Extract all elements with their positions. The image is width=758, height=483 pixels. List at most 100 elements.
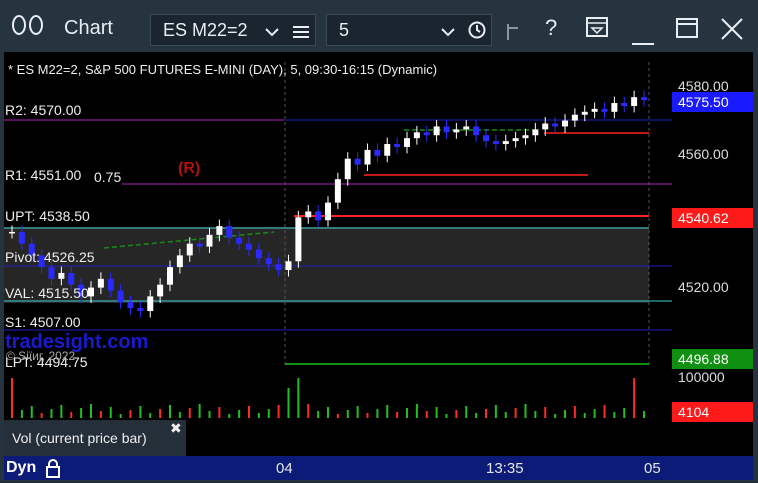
maximize-icon[interactable] — [676, 18, 698, 43]
candle-body — [611, 103, 618, 112]
volume-bar — [208, 411, 211, 418]
volume-bar — [149, 413, 152, 418]
list-icon[interactable] — [293, 23, 309, 44]
minimize-icon[interactable] — [632, 33, 654, 51]
current-price-label: 4575.50 — [672, 92, 753, 112]
candle-body — [601, 108, 608, 112]
volume-bar — [475, 413, 478, 418]
volume-bar — [40, 413, 43, 418]
volume-bar — [406, 408, 408, 418]
volume-bar — [287, 388, 290, 418]
candle-body — [18, 231, 25, 244]
price-plot[interactable] — [4, 52, 672, 365]
volume-bar — [228, 414, 231, 418]
volume-bar — [30, 406, 33, 418]
volume-bar — [11, 378, 13, 418]
volume-bar — [415, 404, 418, 418]
candle-body — [463, 126, 470, 130]
legend-text: Vol (current price bar) — [12, 430, 147, 446]
candle-body — [315, 211, 322, 221]
val-label: VAL: 4515.50 — [5, 285, 89, 301]
volume-bar — [613, 412, 616, 418]
volume-bar — [317, 411, 320, 418]
candle-body — [68, 272, 75, 285]
r2-label: R2: 4570.00 — [5, 102, 82, 118]
candle-body — [305, 211, 312, 218]
candle-body — [147, 296, 154, 312]
candle-body — [542, 123, 549, 130]
layout-icon[interactable] — [12, 14, 46, 36]
candle-body — [325, 202, 331, 221]
close-icon[interactable] — [721, 18, 743, 45]
candle-body — [502, 141, 509, 145]
candle-body — [492, 141, 499, 145]
copyright-text: © Siїиг, 2022 — [6, 349, 76, 363]
volume-bar — [465, 406, 468, 418]
current-volume-label: 4104 — [672, 402, 753, 422]
volume-bar — [554, 414, 557, 418]
volume-bar — [425, 411, 428, 418]
candle-body — [295, 217, 302, 262]
volume-bar — [257, 413, 260, 418]
candle-body — [483, 135, 489, 142]
candle-body — [167, 267, 173, 285]
volume-bar — [435, 407, 438, 418]
window-title: Chart — [64, 17, 113, 39]
volume-bar — [494, 405, 497, 418]
candle-body — [137, 308, 144, 312]
r1-label: R1: 4551.00 — [5, 167, 82, 183]
volume-bar — [623, 408, 626, 418]
volume-bar — [139, 406, 142, 418]
candle-body — [216, 226, 223, 235]
volume-bar — [119, 414, 122, 418]
symbol-select[interactable]: ES M22=2 — [150, 14, 316, 46]
price-axis[interactable] — [672, 52, 753, 456]
candle-body — [443, 126, 450, 133]
legend-close-icon[interactable]: ✖ — [170, 420, 182, 437]
clock-icon[interactable] — [468, 21, 486, 44]
volume-bar — [50, 409, 53, 418]
time-label: 05 — [644, 460, 661, 477]
volume-bar — [129, 410, 132, 418]
volume-plot[interactable] — [4, 368, 672, 420]
volume-legend: Vol (current price bar) ✖ — [4, 420, 186, 456]
dock-icon[interactable] — [586, 17, 610, 44]
pin-icon[interactable] — [506, 22, 520, 47]
volume-bar — [159, 409, 162, 418]
title-bar: Chart ES M22=2 5 ? — [0, 0, 758, 52]
volume-bar — [356, 406, 359, 418]
candle-body — [423, 132, 430, 136]
interval-select[interactable]: 5 — [326, 14, 492, 46]
chart-header: * ES M22=2, S&P 500 FUTURES E-MINI (DAY)… — [8, 62, 438, 77]
volume-bar — [564, 410, 566, 418]
candle-body — [453, 129, 460, 133]
volume-tick: 100000 — [678, 369, 725, 385]
volume-bar — [603, 405, 606, 418]
chevron-down-icon[interactable] — [265, 23, 279, 44]
candle-body — [206, 234, 213, 247]
candle-body — [186, 243, 193, 256]
help-button[interactable]: ? — [545, 15, 557, 41]
candle-body — [275, 264, 282, 271]
dyn-label[interactable]: Dyn — [6, 459, 36, 477]
r1-extra-label: 0.75 — [94, 169, 122, 185]
volume-bar — [60, 405, 63, 418]
red-price-label: 4540.62 — [672, 208, 753, 228]
price-tick: 4520.00 — [678, 279, 729, 295]
volume-bar — [198, 404, 201, 418]
candle-body — [127, 302, 134, 309]
volume-bar — [593, 409, 596, 418]
candle-body — [226, 226, 233, 238]
chart-window: Chart ES M22=2 5 ? * ES M22=2, S&P 500 F… — [0, 0, 758, 482]
volume-bar — [327, 407, 329, 418]
r-marker: (R) — [178, 160, 201, 177]
time-axis[interactable]: Dyn — [4, 456, 753, 480]
volume-bar — [218, 407, 221, 418]
candle-body — [255, 249, 262, 259]
lock-icon[interactable] — [45, 458, 61, 483]
candle-body — [404, 138, 410, 147]
time-label: 04 — [276, 460, 293, 477]
volume-bar — [376, 409, 379, 418]
chevron-down-icon[interactable] — [441, 23, 455, 44]
volume-bar — [396, 412, 399, 418]
